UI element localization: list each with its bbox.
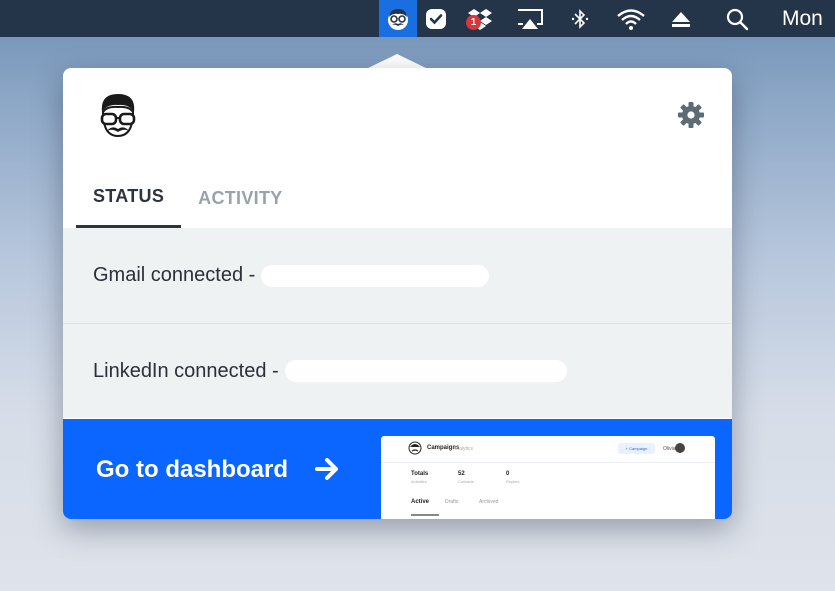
eject-menubar-icon[interactable] [666, 0, 696, 37]
preview-stat-sub: Replies [506, 479, 520, 484]
mustache-face-icon [388, 8, 408, 30]
preview-tab: Archived [479, 499, 499, 505]
connection-row-linkedin: LinkedIn connected - [63, 323, 732, 418]
menubar-clock[interactable]: Mon [772, 0, 835, 37]
gear-icon[interactable] [676, 100, 706, 130]
preview-stat-label: 0 [506, 471, 510, 477]
arrow-right-icon [315, 458, 338, 480]
wifi-icon [617, 8, 645, 30]
preview-stat-sub: Activities [411, 479, 427, 484]
check-bubble-icon [426, 8, 446, 29]
connection-row-gmail: Gmail connected - [63, 228, 732, 323]
app-menubar-icon[interactable] [379, 0, 417, 37]
preview-header: Campaigns Analytics + Campaign Olivia [381, 436, 715, 463]
preview-tab: Drafts [445, 499, 459, 505]
status-popover: STATUS ACTIVITY Gmail connected - Linked… [63, 68, 732, 519]
preview-stat-sub: Contacts [458, 479, 474, 484]
preview-stat-label: 52 [458, 471, 465, 477]
bluetooth-icon [571, 8, 589, 29]
connection-label: LinkedIn connected - [93, 359, 279, 382]
menu-bar: 1 Mon [0, 0, 835, 37]
search-icon [726, 8, 749, 30]
mustache-face-icon [100, 94, 136, 138]
tasks-menubar-icon[interactable] [420, 0, 452, 37]
airplay-icon [518, 8, 543, 29]
tab-activity[interactable]: ACTIVITY [181, 168, 299, 228]
dropbox-badge: 1 [466, 15, 481, 30]
popover-arrow [366, 54, 428, 69]
redacted-account [284, 360, 567, 382]
dashboard-preview-thumbnail: Campaigns Analytics + Campaign Olivia To… [381, 436, 715, 519]
preview-tab-underline [411, 514, 439, 516]
spotlight-menubar-icon[interactable] [722, 0, 752, 37]
mustache-face-icon [408, 441, 422, 455]
avatar [675, 443, 685, 453]
go-to-dashboard-button[interactable]: Go to dashboard Campaigns Analytics + Ca… [63, 419, 732, 519]
preview-user: Olivia [663, 446, 676, 452]
tab-status[interactable]: STATUS [76, 168, 182, 228]
bluetooth-menubar-icon[interactable] [566, 0, 594, 37]
connection-label: Gmail connected - [93, 264, 256, 286]
preview-new-campaign-button: + Campaign [618, 443, 655, 454]
preview-tab: Active [411, 499, 430, 505]
preview-subtitle: Analytics [453, 446, 474, 452]
eject-icon [672, 11, 690, 27]
tab-bar: STATUS ACTIVITY [76, 168, 300, 228]
wifi-menubar-icon[interactable] [612, 0, 650, 37]
preview-stat-label: Totals [411, 471, 429, 477]
connection-list: Gmail connected - LinkedIn connected - [63, 228, 732, 418]
redacted-email [261, 264, 490, 287]
go-to-dashboard-label: Go to dashboard [96, 456, 288, 483]
airplay-menubar-icon[interactable] [512, 0, 548, 37]
